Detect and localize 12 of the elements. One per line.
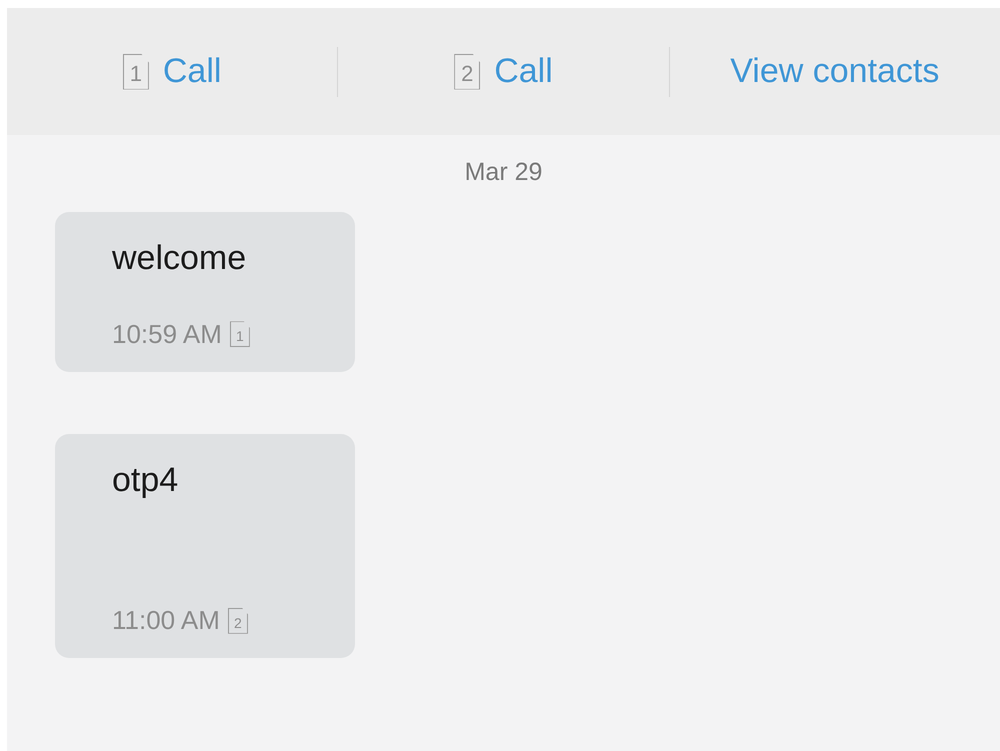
sim-card-icon: 1 bbox=[230, 321, 250, 348]
message-text: otp4 bbox=[112, 462, 180, 500]
view-contacts-button[interactable]: View contacts bbox=[722, 42, 948, 101]
message-time: 10:59 AM bbox=[112, 318, 222, 351]
date-label: Mar 29 bbox=[464, 157, 544, 188]
message-text: welcome bbox=[112, 240, 248, 277]
call-button[interactable]: 1 Call bbox=[114, 42, 230, 101]
message-time: 11:00 AM bbox=[112, 604, 220, 638]
sim-card-icon: 2 bbox=[228, 608, 248, 634]
sim-card-icon: 1 bbox=[122, 54, 149, 90]
call-button[interactable]: 2 Call bbox=[446, 42, 561, 101]
sim-card-icon: 2 bbox=[454, 54, 480, 90]
